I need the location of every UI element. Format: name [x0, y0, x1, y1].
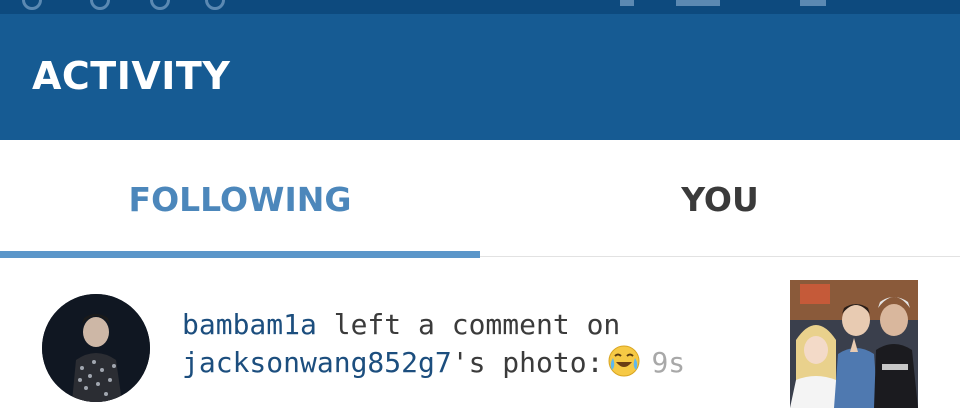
activity-timestamp: 9s [651, 346, 686, 379]
active-tab-indicator [0, 251, 480, 258]
page-title: ACTIVITY [32, 54, 231, 98]
status-icon [800, 0, 826, 6]
tabs-divider [480, 256, 960, 257]
status-icon [205, 0, 225, 10]
status-icon [90, 0, 110, 10]
activity-suffix: 's photo: [451, 346, 604, 379]
actor-username[interactable]: bambam1a [182, 308, 317, 341]
tab-following[interactable]: FOLLOWING [0, 140, 480, 258]
activity-text: bambam1a left a comment on jacksonwang85… [182, 306, 772, 382]
crying-laughing-emoji-icon [608, 345, 640, 377]
activity-action: left a comment on [316, 308, 621, 341]
status-icon [22, 0, 42, 10]
activity-tabs: FOLLOWING YOU [0, 140, 960, 258]
status-icon [150, 0, 170, 10]
activity-item[interactable]: bambam1a left a comment on jacksonwang85… [0, 258, 960, 410]
avatar-image [42, 294, 150, 402]
photo-thumbnail[interactable] [790, 280, 918, 408]
status-bar [0, 0, 960, 14]
status-icon [620, 0, 634, 6]
status-icon [676, 0, 720, 6]
tab-you[interactable]: YOU [480, 140, 960, 258]
photo-image [790, 280, 918, 408]
target-username[interactable]: jacksonwang852g7 [182, 346, 452, 379]
app-bar: ACTIVITY [0, 14, 960, 140]
avatar[interactable] [42, 294, 150, 402]
